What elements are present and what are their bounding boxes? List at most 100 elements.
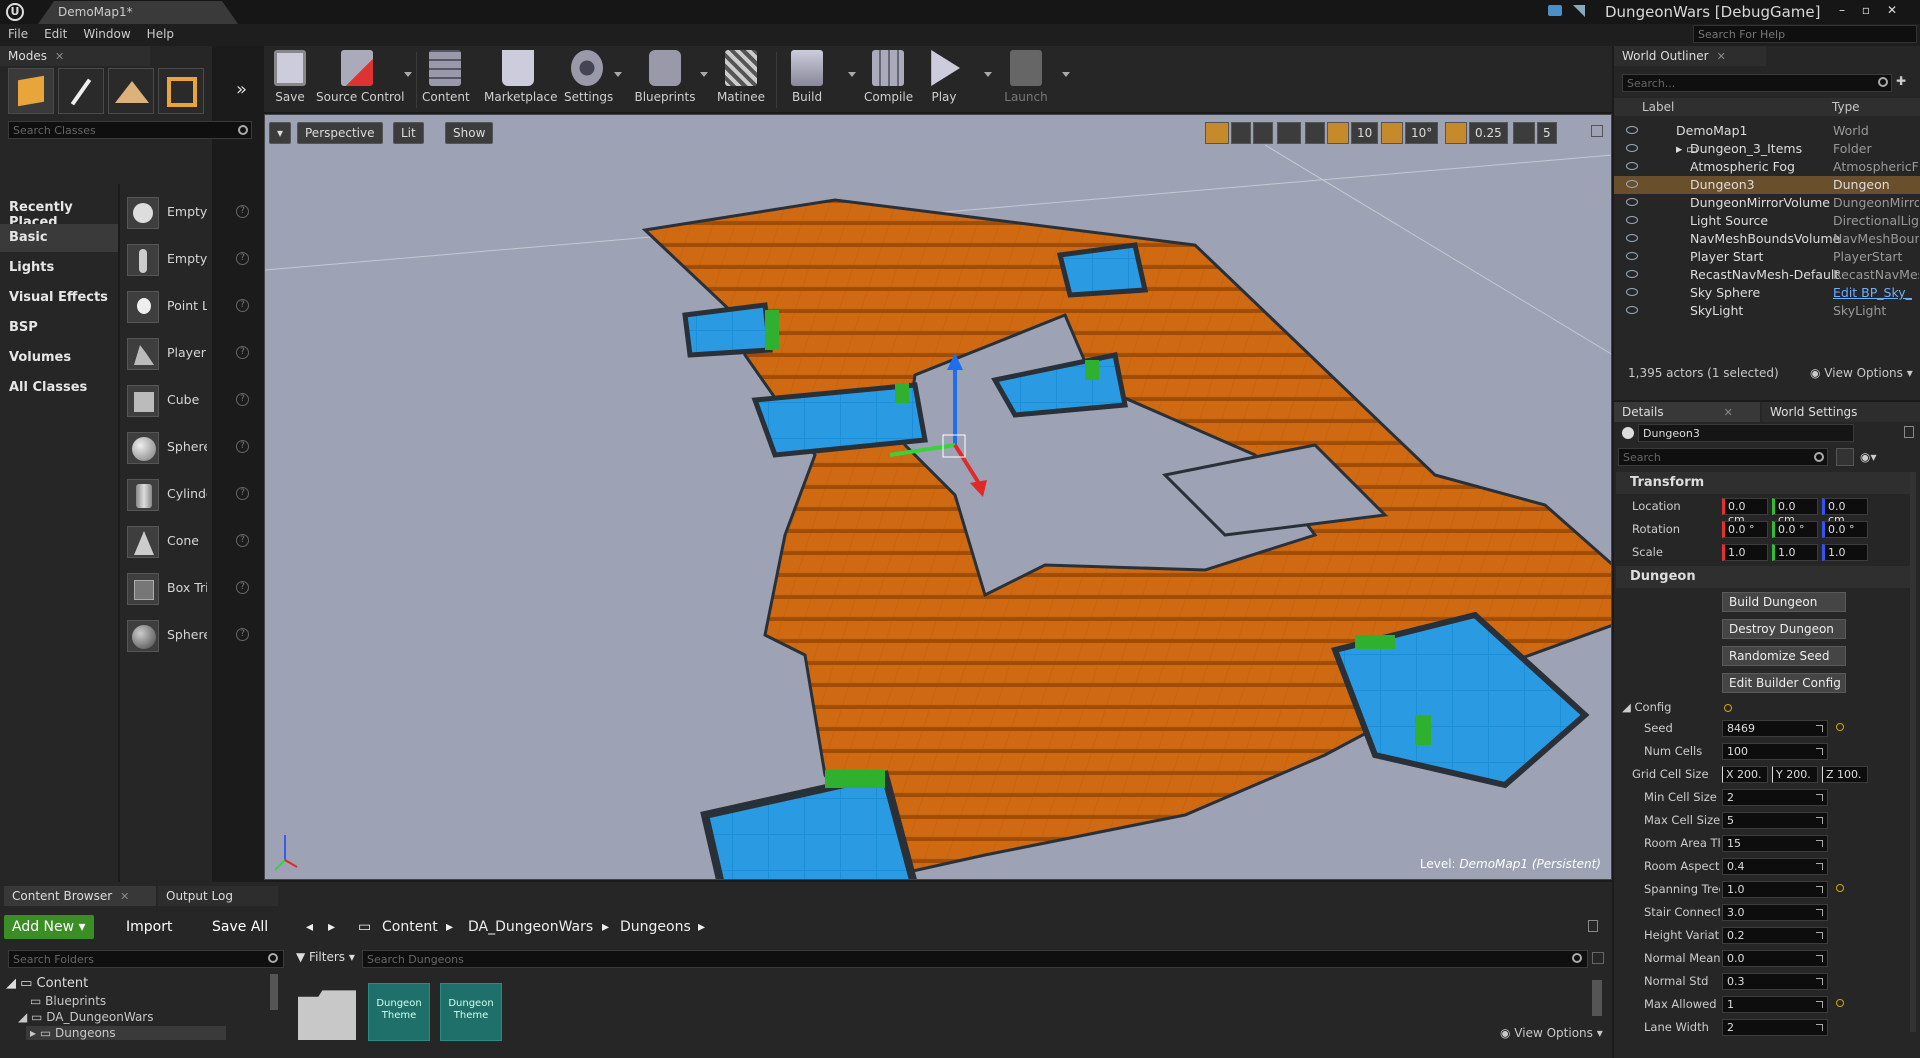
translate-mode-icon[interactable] <box>1205 122 1229 144</box>
eye-icon[interactable] <box>1626 126 1638 134</box>
class-item[interactable]: Cone? <box>122 520 249 564</box>
type-column-header[interactable]: Type <box>1832 100 1860 114</box>
edit-builder-config-button[interactable]: Edit Builder Config <box>1722 673 1846 693</box>
help-icon[interactable]: ? <box>236 346 249 359</box>
eye-icon[interactable] <box>1626 144 1638 152</box>
menu-file[interactable]: File <box>0 24 36 41</box>
document-tab[interactable]: DemoMap1* <box>38 1 238 24</box>
build-button[interactable]: Build <box>786 46 828 112</box>
reset-to-default-icon[interactable] <box>1724 704 1732 712</box>
eye-icon[interactable] <box>1626 234 1638 242</box>
breadcrumb-da-dungeonwars[interactable]: DA_DungeonWars <box>468 919 593 935</box>
help-icon[interactable]: ? <box>236 205 249 218</box>
back-arrow-icon[interactable]: ◂ <box>306 919 313 935</box>
tab-modes[interactable]: Modes ✕ <box>0 46 150 66</box>
import-button[interactable]: Import <box>118 915 180 939</box>
close-icon[interactable]: ✕ <box>55 50 64 63</box>
grid-snap-value[interactable]: 10 <box>1351 122 1379 144</box>
rotation-snap-value[interactable]: 10° <box>1405 122 1439 144</box>
source-control-button[interactable]: Source Control <box>316 46 404 112</box>
rotate-mode-icon[interactable] <box>1231 122 1251 144</box>
settings-button[interactable]: Settings <box>564 46 613 112</box>
eye-icon[interactable] <box>1626 270 1638 278</box>
content-button[interactable]: Content <box>422 46 470 112</box>
chevron-down-icon[interactable] <box>404 72 412 77</box>
category-all-classes[interactable]: All Classes <box>0 374 118 402</box>
search-classes-input[interactable]: Search Classes <box>8 121 252 139</box>
outliner-row[interactable]: Atmospheric Fog AtmosphericFo <box>1614 158 1920 176</box>
config-category[interactable]: ◢ Config <box>1622 700 1671 714</box>
breadcrumb-dungeons[interactable]: Dungeons <box>620 919 691 935</box>
help-icon[interactable]: ? <box>236 534 249 547</box>
menu-window[interactable]: Window <box>75 24 138 41</box>
surface-snap-icon[interactable] <box>1305 122 1325 144</box>
eye-icon[interactable] <box>1626 306 1638 314</box>
outliner-row[interactable]: RecastNavMesh-Default RecastNavMes <box>1614 266 1920 284</box>
tab-world-outliner[interactable]: World Outliner ✕ <box>1614 46 1766 66</box>
tree-item-blueprints[interactable]: ▭ Blueprints <box>30 994 106 1008</box>
minimize-icon[interactable]: – <box>1833 3 1851 17</box>
help-search-input[interactable]: Search For Help <box>1693 25 1917 43</box>
blueprints-button[interactable]: Blueprints <box>634 46 696 112</box>
menu-edit[interactable]: Edit <box>36 24 75 41</box>
dungeon-section-header[interactable]: Dungeon <box>1616 566 1916 588</box>
details-scrollbar[interactable] <box>1910 472 1916 1032</box>
category-lights[interactable]: Lights <box>0 254 118 282</box>
folder-scrollbar[interactable] <box>270 974 278 1010</box>
camera-speed-value[interactable]: 5 <box>1537 122 1557 144</box>
search-folders-input[interactable]: Search Folders <box>8 950 284 968</box>
view-options-button[interactable]: ◉ View Options ▾ <box>1810 366 1913 380</box>
randomize-seed-button[interactable]: Randomize Seed <box>1722 646 1846 666</box>
chevron-down-icon[interactable] <box>700 72 708 77</box>
edit-blueprint-link[interactable]: Edit BP_Sky_ <box>1833 285 1919 300</box>
compile-button[interactable]: Compile <box>864 46 913 112</box>
close-icon[interactable]: ✕ <box>120 890 129 903</box>
forward-arrow-icon[interactable]: ▸ <box>328 919 335 935</box>
play-button[interactable]: Play <box>924 46 964 112</box>
chevron-down-icon[interactable] <box>1062 72 1070 77</box>
level-viewport[interactable]: ▾ Perspective Lit Show 10 10° 0.25 5 Lev… <box>264 114 1612 880</box>
help-icon[interactable]: ? <box>236 440 249 453</box>
camera-speed-icon[interactable] <box>1513 122 1535 144</box>
marketplace-button[interactable]: Marketplace <box>484 46 558 112</box>
outliner-row[interactable]: DemoMap1 World <box>1614 122 1920 140</box>
help-icon[interactable]: ? <box>236 299 249 312</box>
chevron-down-icon[interactable] <box>984 72 992 77</box>
maximize-viewport-icon[interactable] <box>1591 125 1603 137</box>
category-basic[interactable]: Basic <box>0 224 118 252</box>
tree-item-da-dungeonwars[interactable]: ◢ ▭ DA_DungeonWars <box>18 1010 153 1024</box>
maximize-icon[interactable]: ▫ <box>1857 3 1875 17</box>
grid-snap-icon[interactable] <box>1327 122 1349 144</box>
eye-icon[interactable] <box>1626 198 1638 206</box>
rotation-snap-icon[interactable] <box>1381 122 1403 144</box>
close-icon[interactable]: ✕ <box>1883 3 1901 17</box>
category-volumes[interactable]: Volumes <box>0 344 118 372</box>
category-visual-effects[interactable]: Visual Effects <box>0 284 118 312</box>
tree-item-content[interactable]: ◢ ▭ Content <box>6 976 88 991</box>
outliner-row[interactable]: NavMeshBoundsVolume NavMeshBoun <box>1614 230 1920 248</box>
viewport-menu-button[interactable]: ▾ <box>269 122 291 144</box>
place-mode-icon[interactable] <box>8 68 54 114</box>
lit-button[interactable]: Lit <box>393 122 424 144</box>
chevron-down-icon[interactable] <box>848 72 856 77</box>
lock-icon[interactable] <box>1904 426 1914 438</box>
destroy-dungeon-button[interactable]: Destroy Dungeon <box>1722 619 1846 639</box>
tab-world-settings[interactable]: World Settings <box>1762 402 1920 422</box>
details-search-input[interactable]: Search <box>1618 448 1828 466</box>
chat-icon[interactable] <box>1548 5 1562 16</box>
asset-tile[interactable]: Dungeon Theme <box>368 983 430 1041</box>
eye-icon[interactable] <box>1626 216 1638 224</box>
class-item[interactable]: Sphere Tr? <box>122 614 249 658</box>
breadcrumb-content[interactable]: Content <box>382 919 438 935</box>
class-item[interactable]: Point Ligh? <box>122 285 249 329</box>
view-options-button[interactable]: ◉ View Options ▾ <box>1500 1026 1603 1040</box>
asset-tile[interactable]: Dungeon Theme <box>440 983 502 1041</box>
class-item[interactable]: Empty Cha? <box>122 238 249 282</box>
tree-item-dungeons[interactable]: ▸ ▭ Dungeons <box>26 1026 226 1040</box>
search-assets-input[interactable]: Search Dungeons <box>362 950 1588 968</box>
outliner-search-input[interactable]: Search... <box>1622 74 1892 92</box>
add-new-button[interactable]: Add New ▾ <box>4 915 94 939</box>
category-bsp[interactable]: BSP <box>0 314 118 342</box>
tab-output-log[interactable]: Output Log <box>158 886 278 906</box>
world-space-icon[interactable] <box>1277 122 1301 144</box>
